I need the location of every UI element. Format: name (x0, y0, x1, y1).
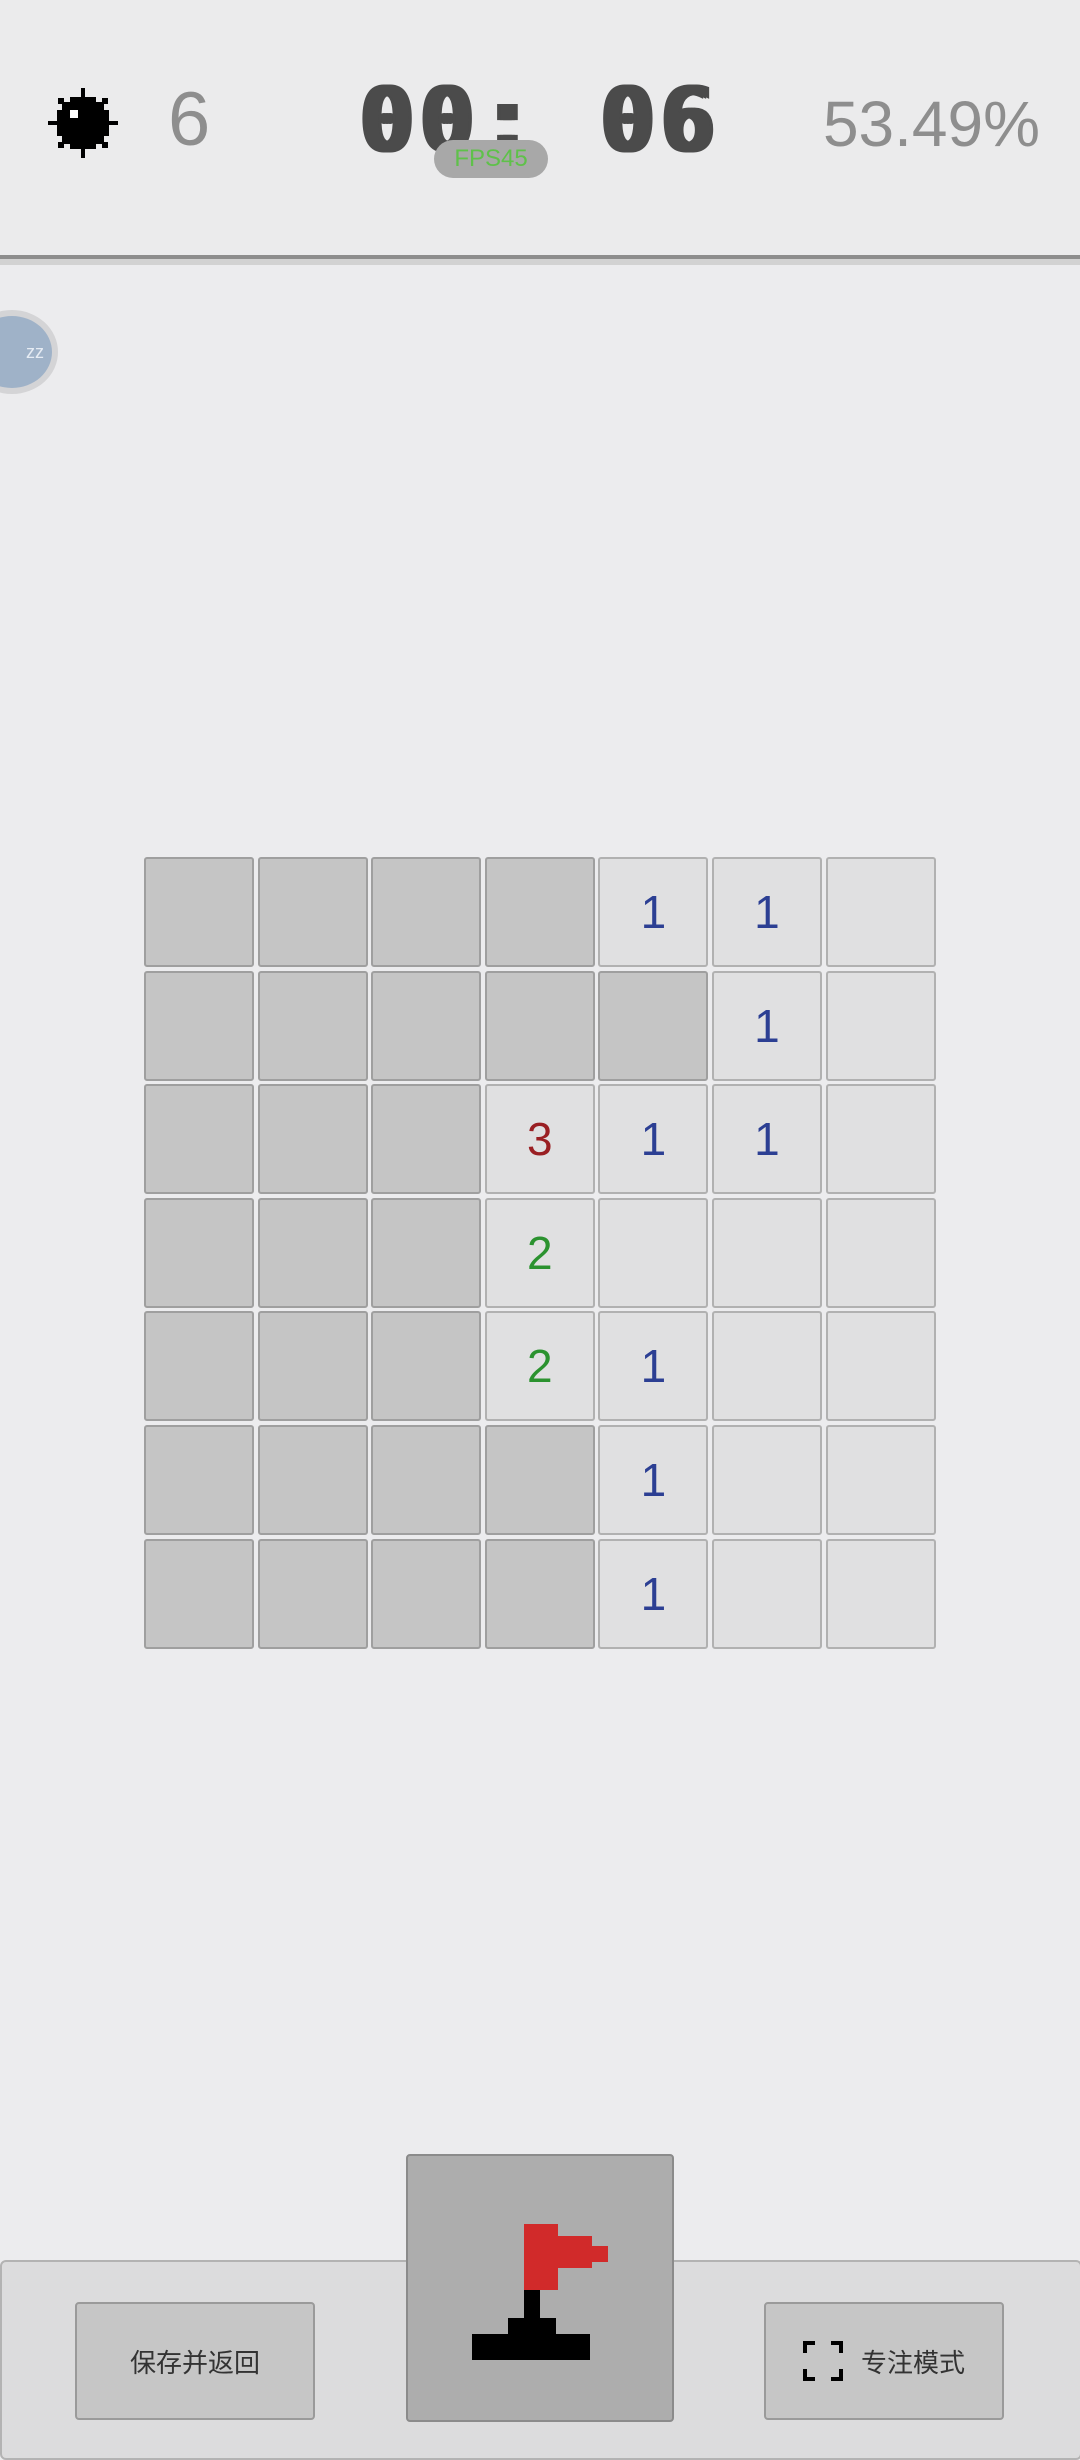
closed-cell[interactable] (144, 1424, 254, 1535)
closed-cell[interactable] (257, 857, 368, 967)
revealed-number-cell[interactable]: 1 (598, 1311, 709, 1422)
revealed-empty-cell[interactable] (825, 1424, 936, 1535)
revealed-number-cell[interactable]: 1 (598, 857, 709, 967)
revealed-number-cell[interactable]: 1 (598, 1084, 709, 1195)
revealed-empty-cell[interactable] (598, 1197, 709, 1308)
progress-percent: 53.49% (822, 88, 1040, 160)
revealed-empty-cell[interactable] (825, 1538, 936, 1649)
revealed-number-cell[interactable]: 1 (711, 970, 822, 1081)
side-bubble[interactable]: zz (0, 310, 58, 394)
closed-cell[interactable] (484, 1538, 595, 1649)
flag-mode-button[interactable] (406, 2154, 674, 2422)
closed-cell[interactable] (371, 1197, 482, 1308)
mine-icon (48, 88, 118, 158)
fps-badge: FPS45 (434, 140, 548, 178)
closed-cell[interactable] (144, 857, 254, 967)
revealed-empty-cell[interactable] (825, 857, 936, 967)
revealed-empty-cell[interactable] (711, 1311, 822, 1422)
revealed-number-cell[interactable]: 1 (598, 1424, 709, 1535)
revealed-number-cell[interactable]: 1 (711, 857, 822, 967)
revealed-empty-cell[interactable] (711, 1538, 822, 1649)
closed-cell[interactable] (371, 1538, 482, 1649)
revealed-number-cell[interactable]: 1 (598, 1538, 709, 1649)
closed-cell[interactable] (371, 970, 482, 1081)
closed-cell[interactable] (257, 1084, 368, 1195)
status-header: 6 00: 06 FPS45 53.49% (0, 0, 1080, 259)
revealed-number-cell[interactable]: 2 (484, 1197, 595, 1308)
save-and-return-label: 保存并返回 (129, 2347, 260, 2378)
closed-cell[interactable] (257, 970, 368, 1081)
revealed-empty-cell[interactable] (711, 1424, 822, 1535)
closed-cell[interactable] (484, 970, 595, 1081)
revealed-empty-cell[interactable] (825, 970, 936, 1081)
closed-cell[interactable] (144, 1084, 254, 1195)
focus-mode-button[interactable]: 专注模式 (764, 2302, 1004, 2420)
focus-mode-label: 专注模式 (860, 2347, 965, 2378)
closed-cell[interactable] (144, 970, 254, 1081)
closed-cell[interactable] (371, 1084, 482, 1195)
mines-remaining: 6 (168, 77, 211, 162)
closed-cell[interactable] (144, 1311, 254, 1422)
closed-cell[interactable] (598, 970, 709, 1081)
revealed-number-cell[interactable]: 2 (484, 1311, 595, 1422)
closed-cell[interactable] (144, 1538, 254, 1649)
closed-cell[interactable] (257, 1538, 368, 1649)
closed-cell[interactable] (257, 1311, 368, 1422)
flag-icon (472, 2224, 608, 2360)
closed-cell[interactable] (371, 1311, 482, 1422)
revealed-empty-cell[interactable] (825, 1084, 936, 1195)
revealed-number-cell[interactable]: 1 (711, 1084, 822, 1195)
closed-cell[interactable] (484, 857, 595, 967)
closed-cell[interactable] (484, 1424, 595, 1535)
closed-cell[interactable] (371, 1424, 482, 1535)
fullscreen-icon (802, 2341, 843, 2381)
closed-cell[interactable] (144, 1197, 254, 1308)
revealed-empty-cell[interactable] (711, 1197, 822, 1308)
closed-cell[interactable] (257, 1424, 368, 1535)
save-and-return-button[interactable]: 保存并返回 (75, 2302, 315, 2420)
revealed-number-cell[interactable]: 3 (484, 1084, 595, 1195)
closed-cell[interactable] (371, 857, 482, 967)
minefield-board: 11131122111 (144, 857, 936, 1649)
revealed-empty-cell[interactable] (825, 1311, 936, 1422)
closed-cell[interactable] (257, 1197, 368, 1308)
revealed-empty-cell[interactable] (825, 1197, 936, 1308)
